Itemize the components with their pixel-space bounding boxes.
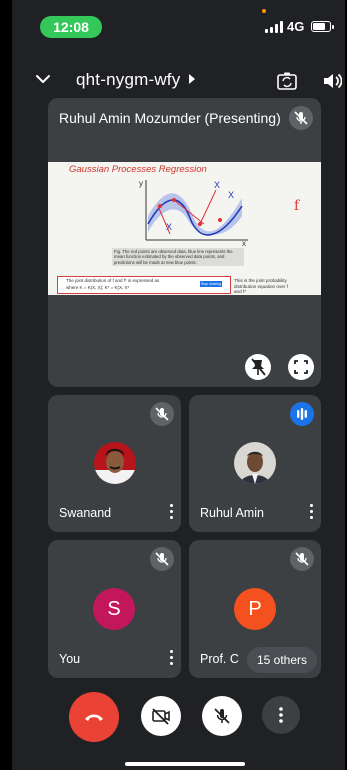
handwritten-annotation: f <box>294 198 300 214</box>
signal-icon <box>265 21 285 33</box>
slide-title: Gaussian Processes Regression <box>69 164 207 175</box>
participant-tile[interactable]: Ruhul Amin <box>189 395 321 532</box>
muted-icon <box>150 547 174 571</box>
svg-text:X: X <box>214 180 220 190</box>
avatar: S <box>93 588 135 630</box>
slide-graph: X X X y x <box>139 179 248 246</box>
battery-icon <box>311 21 334 32</box>
meeting-code[interactable]: qht-nygm-wfy <box>76 70 180 90</box>
slide-side-note: This is the joint probability distributi… <box>234 278 288 294</box>
stop-sharing-button: Stop sharing <box>200 281 222 287</box>
mic-off-icon <box>214 708 230 724</box>
avatar: P <box>234 588 276 630</box>
participant-tile[interactable]: S You <box>48 540 181 678</box>
presenter-name: Ruhul Amin Mozumder (Presenting) <box>59 110 281 126</box>
unpin-button[interactable] <box>245 354 271 380</box>
chevron-down-icon[interactable] <box>34 70 52 88</box>
participant-name: Swanand <box>59 506 112 520</box>
end-call-button[interactable] <box>69 692 119 742</box>
slide-caption: Fig. The red points are observed data, b… <box>112 248 244 267</box>
phone-hangup-icon <box>85 714 103 721</box>
formula-intro: The joint distribution of f and f* is ex… <box>66 278 160 283</box>
muted-icon <box>290 547 314 571</box>
svg-text:x: x <box>242 239 246 246</box>
speaking-indicator-icon <box>290 402 314 426</box>
more-options-icon[interactable] <box>169 504 173 520</box>
status-time: 12:08 <box>40 16 102 38</box>
switch-camera-icon[interactable] <box>276 70 298 92</box>
formula-box: The joint distribution of f and f* is ex… <box>57 276 231 294</box>
more-options-icon[interactable] <box>169 650 173 666</box>
svg-text:X: X <box>228 190 234 200</box>
others-count-badge[interactable]: 15 others <box>247 647 317 673</box>
participant-name: Prof. C <box>200 652 239 666</box>
fullscreen-button[interactable] <box>288 354 314 380</box>
mic-indicator-dot <box>262 9 266 13</box>
avatar <box>94 442 136 484</box>
participant-name: You <box>59 652 81 666</box>
formula-where: where K = K(X, X); K* = K(X, X* <box>66 285 130 290</box>
avatar <box>234 442 276 484</box>
home-indicator[interactable] <box>125 762 245 766</box>
more-options-icon[interactable] <box>309 504 313 520</box>
more-options-button[interactable] <box>262 696 300 734</box>
shared-screen: Gaussian Processes Regression X X X y x … <box>48 162 321 295</box>
network-type: 4G <box>287 19 305 34</box>
svg-text:y: y <box>139 179 143 188</box>
speaker-icon[interactable] <box>322 71 342 91</box>
camera-toggle-button[interactable] <box>141 696 181 736</box>
participant-name: Ruhul Amin <box>200 506 264 520</box>
caret-right-icon[interactable] <box>188 74 196 84</box>
camera-off-icon <box>152 708 170 725</box>
screen-edge <box>0 0 12 770</box>
muted-icon <box>289 106 313 130</box>
mic-toggle-button[interactable] <box>202 696 242 736</box>
muted-icon <box>150 402 174 426</box>
kebab-menu-icon <box>279 707 283 723</box>
participant-tile[interactable]: Swanand <box>48 395 181 532</box>
presenter-tile[interactable]: Ruhul Amin Mozumder (Presenting) Gaussia… <box>48 98 321 387</box>
